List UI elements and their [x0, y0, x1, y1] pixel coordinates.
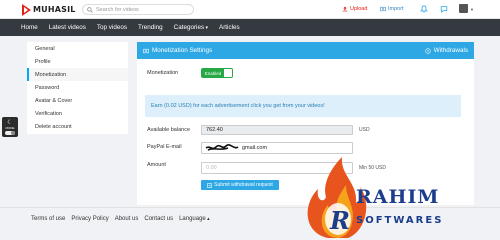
- import-icon: [380, 6, 386, 12]
- sidebar-item-general[interactable]: General: [27, 42, 128, 55]
- messages-icon[interactable]: [440, 5, 448, 13]
- footer-terms-link[interactable]: Terms of use: [31, 216, 65, 222]
- search-icon: [87, 6, 93, 13]
- sidebar-item-avatar-cover[interactable]: Avatar & Cover: [27, 94, 128, 107]
- upload-label: Upload: [350, 6, 368, 12]
- nav-latest-videos[interactable]: Latest videos: [49, 24, 86, 31]
- watermark-text-rahim: RAHIM: [356, 186, 440, 208]
- submit-withdrawal-button[interactable]: Submit withdrawal request: [201, 180, 279, 190]
- watermark-text-softwares: SOFTWARES: [356, 215, 444, 226]
- chevron-down-icon[interactable]: ▼: [470, 7, 474, 12]
- sidebar-item-monetization[interactable]: Monetization: [27, 68, 128, 81]
- nav-trending[interactable]: Trending: [138, 24, 163, 31]
- earnings-info-alert: Earn (0.02 USD) for each advertisement c…: [145, 95, 461, 117]
- import-button[interactable]: Import: [380, 6, 404, 12]
- sidebar-item-verification[interactable]: Verification: [27, 107, 128, 120]
- paypal-email-label: PayPal E-mail: [147, 144, 182, 150]
- nav-top-videos[interactable]: Top videos: [97, 24, 127, 31]
- search-input[interactable]: [96, 6, 186, 13]
- mode-switch[interactable]: [5, 130, 15, 135]
- nav-articles[interactable]: Articles: [219, 24, 240, 31]
- redacted-scribble: [205, 144, 239, 151]
- balance-label: Available balance: [147, 127, 191, 133]
- site-logo[interactable]: MUHASIL: [22, 3, 76, 16]
- toggle-enabled-label: Enabled: [202, 69, 224, 77]
- sidebar-item-profile[interactable]: Profile: [27, 55, 128, 68]
- import-label: Import: [388, 6, 404, 12]
- paypal-email-value: gmail.com: [242, 145, 268, 151]
- monetization-toggle[interactable]: Enabled: [201, 68, 233, 78]
- send-icon: [207, 182, 212, 188]
- balance-field: 762.40: [201, 125, 353, 135]
- footer-about-link[interactable]: About us: [115, 216, 139, 222]
- svg-text:R: R: [329, 206, 350, 235]
- withdrawals-label: Withdrawals: [433, 47, 468, 54]
- user-avatar[interactable]: [459, 4, 468, 13]
- mode-label: MODE: [5, 125, 15, 130]
- logo-text: MUHASIL: [33, 5, 76, 14]
- upload-button[interactable]: Upload: [342, 6, 367, 12]
- sidebar-item-password[interactable]: Password: [27, 81, 128, 94]
- search-box[interactable]: [82, 4, 194, 15]
- nav-home[interactable]: Home: [21, 24, 38, 31]
- settings-sidebar: General Profile Monetization Password Av…: [27, 42, 128, 134]
- main-navigation: Home Latest videos Top videos Trending C…: [0, 19, 500, 36]
- money-icon: [143, 48, 149, 53]
- submit-label: Submit withdrawal request: [214, 182, 273, 188]
- panel-title: Monetization Settings: [143, 47, 212, 54]
- panel-header: Monetization Settings Withdrawals: [137, 42, 474, 59]
- footer-privacy-link[interactable]: Privacy Policy: [71, 216, 108, 222]
- panel-title-text: Monetization Settings: [152, 47, 213, 54]
- withdrawals-link[interactable]: Withdrawals: [425, 47, 468, 54]
- nav-categories[interactable]: Categories: [174, 24, 208, 31]
- footer-language-selector[interactable]: Language: [179, 216, 210, 222]
- dark-mode-toggle[interactable]: ☾ MODE: [2, 117, 18, 137]
- footer-contact-link[interactable]: Contact us: [144, 216, 173, 222]
- balance-unit: USD: [359, 127, 370, 133]
- bell-icon[interactable]: [420, 5, 428, 13]
- monetization-label: Monetization: [147, 70, 179, 76]
- play-logo-icon: [22, 3, 31, 16]
- upload-icon: [342, 6, 348, 12]
- clock-icon: [425, 47, 431, 54]
- sidebar-item-delete-account[interactable]: Delete account: [27, 120, 128, 133]
- amount-label: Amount: [147, 162, 166, 168]
- top-bar: MUHASIL Upload Import ▼: [0, 0, 500, 19]
- footer-links: Terms of use Privacy Policy About us Con…: [31, 216, 210, 222]
